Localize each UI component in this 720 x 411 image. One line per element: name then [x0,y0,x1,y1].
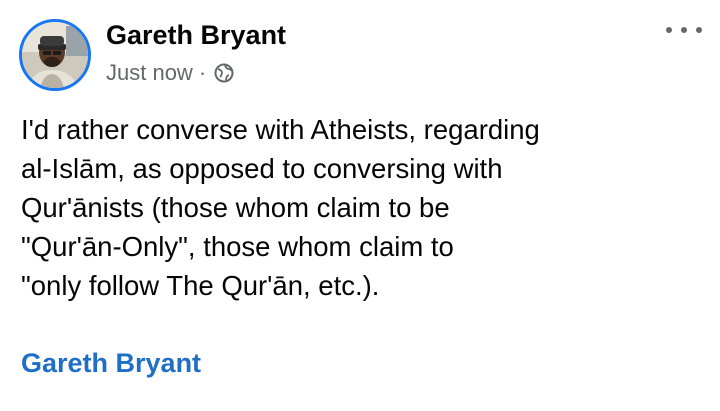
more-dot [696,27,702,33]
post-meta: Just now · [106,60,234,86]
signature-link[interactable]: Gareth Bryant [21,348,201,379]
more-options-icon[interactable] [666,20,702,40]
avatar-photo [22,22,88,88]
facebook-post: Gareth Bryant Just now · I'd rather conv… [0,0,720,411]
meta-separator: · [198,60,207,85]
more-dot [681,27,687,33]
post-text-line: al-Islām, as opposed to conversing with [21,153,503,184]
post-text-line: "Qur'ān-Only", those whom claim to [21,231,454,262]
post-text-line: I'd rather converse with Atheists, regar… [21,114,540,145]
post-text: I'd rather converse with Atheists, regar… [21,110,701,305]
globe-icon[interactable] [214,63,234,83]
author-name[interactable]: Gareth Bryant [106,20,286,51]
more-dot [666,27,672,33]
avatar[interactable] [19,19,91,91]
post-text-line: Qur'ānists (those whom claim to be [21,192,450,223]
post-text-line: "only follow The Qur'ān, etc.). [21,270,380,301]
post-timestamp[interactable]: Just now [106,60,193,86]
